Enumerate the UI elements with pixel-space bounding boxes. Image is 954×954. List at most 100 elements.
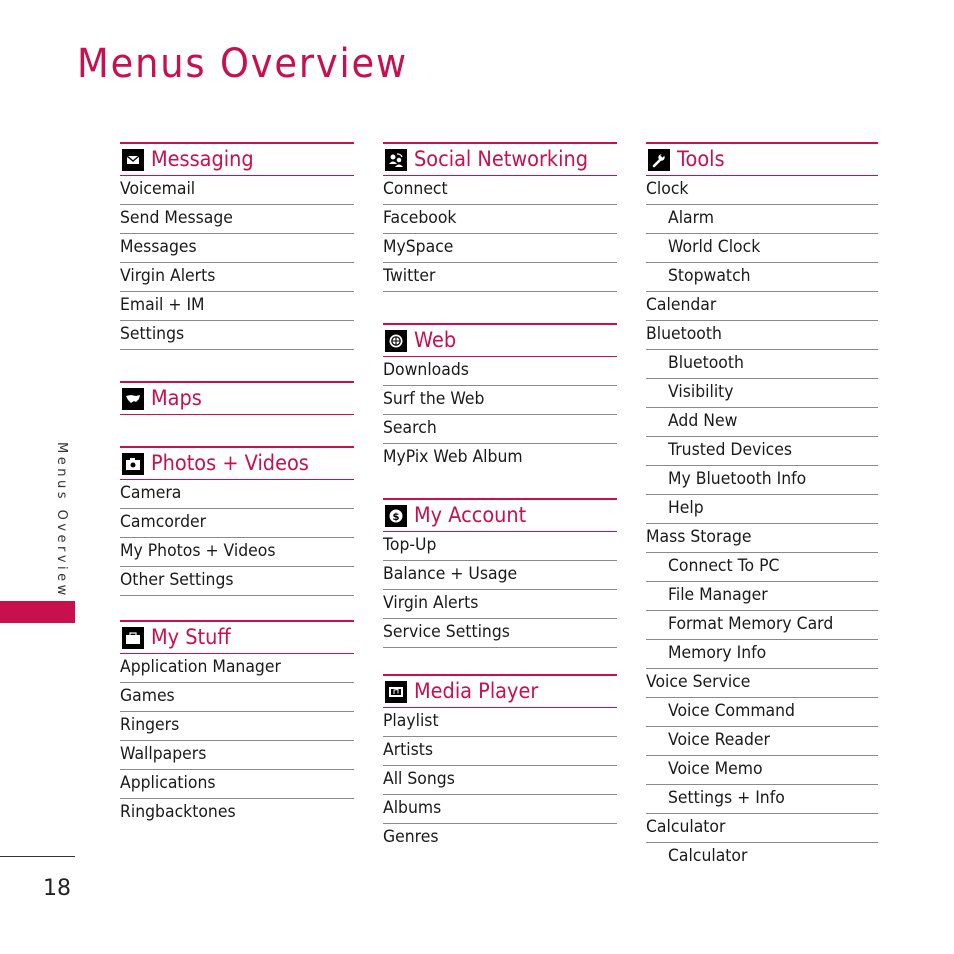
section-header[interactable]: Messaging: [120, 144, 354, 176]
menu-item[interactable]: My Photos + Videos: [120, 538, 354, 567]
menu-item[interactable]: Genres: [383, 824, 617, 852]
envelope-icon: [122, 148, 144, 171]
section-header[interactable]: Web: [383, 325, 617, 357]
menu-item[interactable]: Albums: [383, 795, 617, 824]
menu-subitem[interactable]: Alarm: [646, 205, 878, 234]
menu-item-label: Bluetooth: [668, 353, 744, 373]
menu-subitem[interactable]: Connect To PC: [646, 553, 878, 582]
menu-item[interactable]: Playlist: [383, 708, 617, 737]
menu-item-label: All Songs: [383, 769, 455, 789]
menu-item-label: Email + IM: [120, 295, 205, 315]
section-header[interactable]: Tools: [646, 144, 878, 176]
menu-item[interactable]: Send Message: [120, 205, 354, 234]
menu-item[interactable]: Games: [120, 683, 354, 712]
section-header[interactable]: Photos + Videos: [120, 448, 354, 480]
menu-item[interactable]: Twitter: [383, 263, 617, 292]
menu-item-label: Genres: [383, 827, 439, 847]
dollar-icon: $: [385, 504, 407, 527]
globe-icon: [385, 329, 407, 352]
menu-item-label: Calendar: [646, 295, 717, 315]
menu-subitem[interactable]: Stopwatch: [646, 263, 878, 292]
menu-item[interactable]: Messages: [120, 234, 354, 263]
section-header[interactable]: Social Networking: [383, 144, 617, 176]
menu-subitem[interactable]: Voice Reader: [646, 727, 878, 756]
menu-subitem[interactable]: Voice Command: [646, 698, 878, 727]
menu-item-label: Application Manager: [120, 657, 281, 677]
menu-item-list: Voicemail Send Message Messages Virgin Aler…: [120, 176, 354, 350]
menu-item[interactable]: Applications: [120, 770, 354, 799]
menu-item[interactable]: Search: [383, 415, 617, 444]
menu-item[interactable]: Connect: [383, 176, 617, 205]
menu-item[interactable]: MyPix Web Album: [383, 444, 617, 472]
menu-item-list: Playlist Artists All Songs Albums Genres: [383, 708, 617, 852]
menu-subitem[interactable]: World Clock: [646, 234, 878, 263]
menu-item[interactable]: Ringbacktones: [120, 799, 354, 827]
menu-item-label: Virgin Alerts: [383, 593, 479, 613]
section-header[interactable]: Media Player: [383, 676, 617, 708]
menu-item-label: Connect To PC: [668, 556, 780, 576]
menu-item[interactable]: Voicemail: [120, 176, 354, 205]
menu-item[interactable]: Virgin Alerts: [120, 263, 354, 292]
menu-item[interactable]: Camera: [120, 480, 354, 509]
menu-item[interactable]: Facebook: [383, 205, 617, 234]
menu-item-label: Mass Storage: [646, 527, 752, 547]
section-header[interactable]: Maps: [120, 383, 354, 415]
menu-item-label: Visibility: [668, 382, 734, 402]
menu-item[interactable]: Wallpapers: [120, 741, 354, 770]
menu-item[interactable]: Downloads: [383, 357, 617, 386]
menu-item[interactable]: Calendar: [646, 292, 878, 321]
menu-item[interactable]: Application Manager: [120, 654, 354, 683]
menu-item[interactable]: MySpace: [383, 234, 617, 263]
menu-subitem[interactable]: Calculator: [646, 843, 878, 871]
menu-subitem[interactable]: Memory Info: [646, 640, 878, 669]
menu-subitem[interactable]: Bluetooth: [646, 350, 878, 379]
menu-section-my-stuff: My Stuff Application Manager Games Ringers W…: [120, 620, 354, 827]
menu-subitem[interactable]: Voice Memo: [646, 756, 878, 785]
menu-item[interactable]: Voice Service: [646, 669, 878, 698]
menu-subitem[interactable]: Settings + Info: [646, 785, 878, 814]
section-title: Social Networking: [414, 147, 588, 171]
menu-subitem[interactable]: Add New: [646, 408, 878, 437]
menu-subitem[interactable]: File Manager: [646, 582, 878, 611]
menu-item-label: Messages: [120, 237, 197, 257]
menu-item[interactable]: Virgin Alerts: [383, 590, 617, 619]
menu-item[interactable]: Other Settings: [120, 567, 354, 596]
side-tab-marker: [0, 601, 75, 623]
menu-item[interactable]: Ringers: [120, 712, 354, 741]
menu-item[interactable]: Service Settings: [383, 619, 617, 648]
menu-subitem[interactable]: Format Memory Card: [646, 611, 878, 640]
menu-section-maps: Maps: [120, 381, 354, 415]
menu-item-label: Camera: [120, 483, 182, 503]
menu-item[interactable]: Balance + Usage: [383, 561, 617, 590]
menu-item[interactable]: Mass Storage: [646, 524, 878, 553]
menu-item-label: Help: [668, 498, 704, 518]
menu-item-label: Other Settings: [120, 570, 234, 590]
menu-item[interactable]: Calculator: [646, 814, 878, 843]
menu-subitem[interactable]: My Bluetooth Info: [646, 466, 878, 495]
section-header[interactable]: My Stuff: [120, 622, 354, 654]
menu-item-label: Calculator: [646, 817, 726, 837]
menu-subitem[interactable]: Visibility: [646, 379, 878, 408]
menu-item-label: Balance + Usage: [383, 564, 518, 584]
page-title: Menus Overview: [77, 41, 408, 87]
menu-item[interactable]: Settings: [120, 321, 354, 350]
menu-item[interactable]: Email + IM: [120, 292, 354, 321]
menu-subitem[interactable]: Trusted Devices: [646, 437, 878, 466]
section-title: Web: [414, 328, 457, 352]
menu-item[interactable]: Top-Up: [383, 532, 617, 561]
menu-item[interactable]: Surf the Web: [383, 386, 617, 415]
menu-item[interactable]: Artists: [383, 737, 617, 766]
menu-item[interactable]: Camcorder: [120, 509, 354, 538]
menu-section-web: Web Downloads Surf the Web Search MyPix Web …: [383, 323, 617, 472]
menu-subitem[interactable]: Help: [646, 495, 878, 524]
section-title: Tools: [677, 147, 725, 171]
menu-item[interactable]: Bluetooth: [646, 321, 878, 350]
menu-item[interactable]: All Songs: [383, 766, 617, 795]
menu-item[interactable]: Clock: [646, 176, 878, 205]
menu-item-label: Settings: [120, 324, 185, 344]
menu-item-label: Stopwatch: [668, 266, 751, 286]
menu-item-label: Twitter: [383, 266, 436, 286]
menu-item-label: Add New: [668, 411, 738, 431]
section-header[interactable]: $ My Account: [383, 500, 617, 532]
menu-item-list: Downloads Surf the Web Search MyPix Web Alb…: [383, 357, 617, 472]
